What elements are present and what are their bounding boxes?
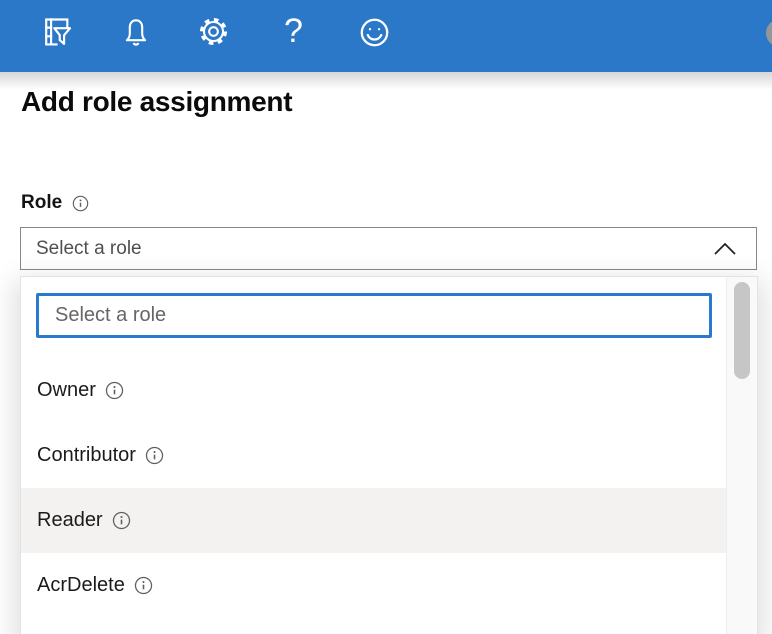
role-field-label-row: Role (21, 192, 89, 214)
option-label: AcrDelete (37, 574, 125, 597)
role-option-owner[interactable]: Owner (21, 358, 726, 423)
info-icon[interactable] (134, 576, 153, 595)
role-option-acrdelete[interactable]: AcrDelete (21, 553, 726, 618)
role-info-icon[interactable] (72, 195, 89, 212)
info-icon[interactable] (105, 381, 124, 400)
role-option-contributor[interactable]: Contributor (21, 423, 726, 488)
option-label: Owner (37, 379, 96, 402)
help-question-icon[interactable]: ? (284, 12, 303, 50)
role-select-value: Select a role (36, 238, 712, 260)
role-select[interactable]: Select a role (20, 227, 757, 270)
feedback-smiley-icon[interactable] (359, 17, 390, 48)
role-options-list: Owner Contributor (21, 358, 726, 618)
settings-gear-icon[interactable] (198, 16, 229, 47)
notifications-bell-icon[interactable] (122, 16, 150, 48)
dropdown-scrollbar-thumb[interactable] (734, 282, 750, 379)
option-label: Reader (37, 509, 103, 532)
user-avatar[interactable] (766, 19, 772, 47)
chevron-up-icon (712, 241, 738, 256)
add-role-assignment-blade: ? Add role assignment Role Select a role (0, 0, 772, 634)
role-option-reader[interactable]: Reader (21, 488, 726, 553)
info-icon[interactable] (112, 511, 131, 530)
role-dropdown-panel: Owner Contributor (20, 276, 758, 634)
option-label: Contributor (37, 444, 136, 467)
dropdown-scrollbar-track[interactable] (726, 277, 757, 634)
page-title: Add role assignment (21, 86, 292, 118)
info-icon[interactable] (145, 446, 164, 465)
role-search-input[interactable] (36, 293, 712, 338)
portal-top-bar: ? (0, 0, 772, 72)
role-label: Role (21, 192, 62, 214)
directory-filter-icon[interactable] (37, 13, 76, 52)
